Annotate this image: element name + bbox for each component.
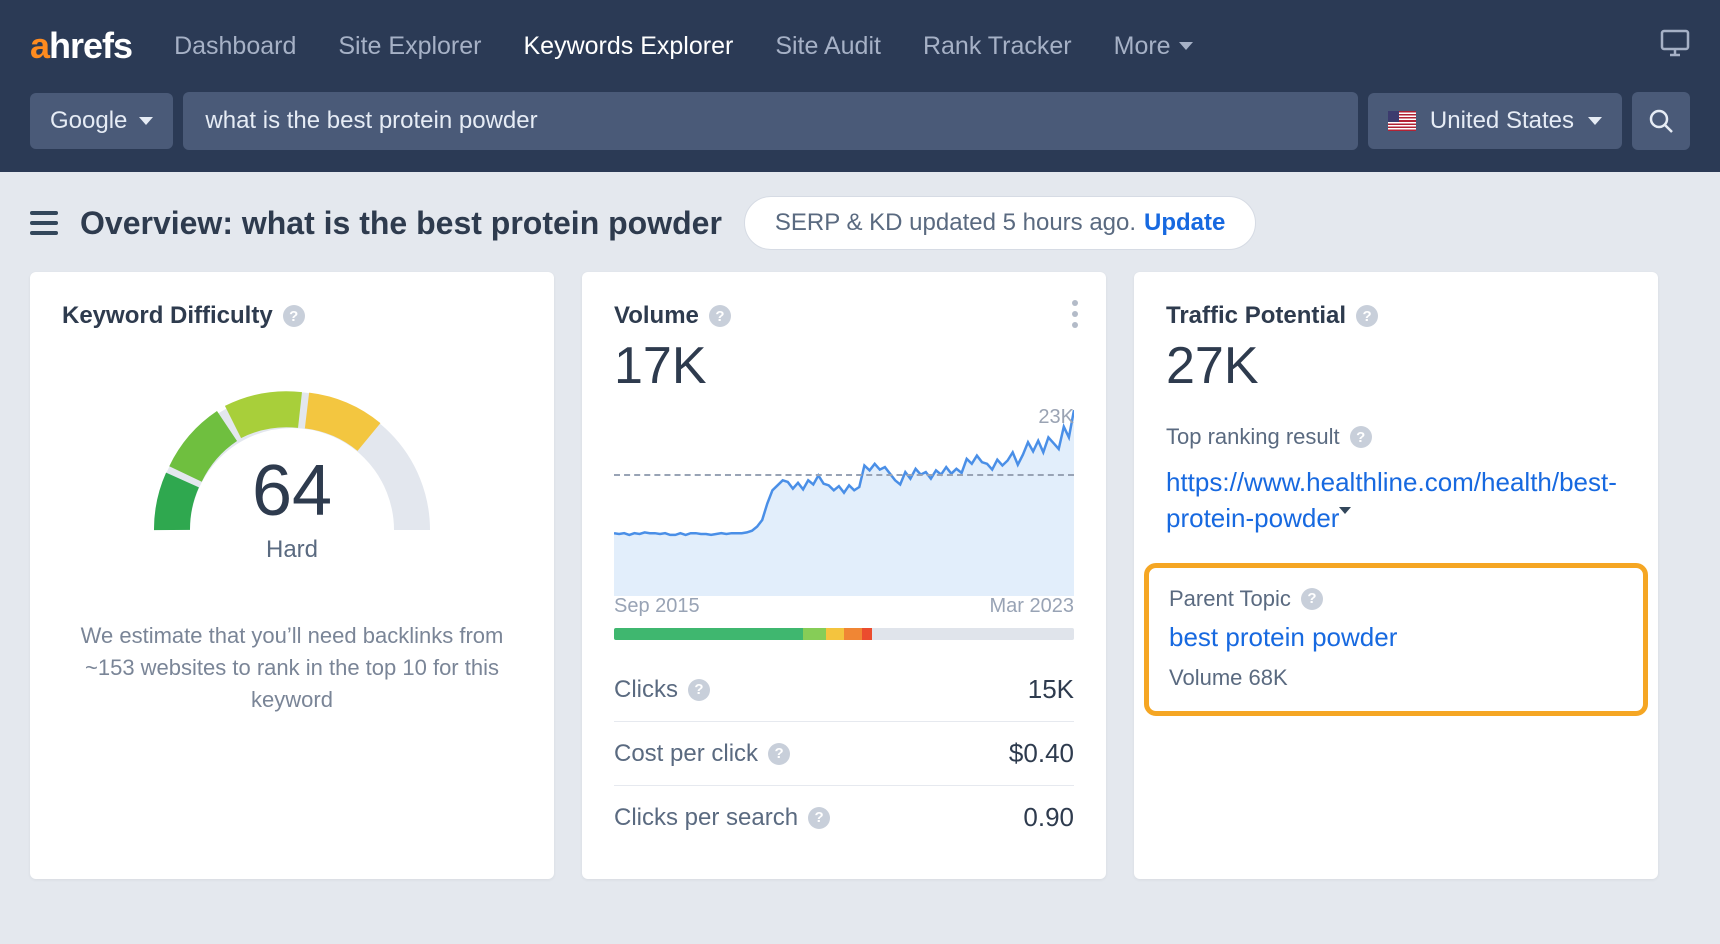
cpc-value: $0.40 <box>1009 738 1074 769</box>
help-icon[interactable]: ? <box>808 807 830 829</box>
search-button[interactable] <box>1632 92 1690 150</box>
clicks-label: Clicks <box>614 676 678 704</box>
parent-topic-link[interactable]: best protein powder <box>1169 622 1623 653</box>
help-icon[interactable]: ? <box>768 743 790 765</box>
tp-value: 27K <box>1166 336 1626 396</box>
keyword-input[interactable] <box>183 92 1358 150</box>
logo-letter-a: a <box>30 25 49 66</box>
nav-site-audit[interactable]: Site Audit <box>775 32 881 61</box>
nav-rank-tracker[interactable]: Rank Tracker <box>923 32 1072 61</box>
volume-card: Volume ? 17K 23K Sep 2015 Mar 2023 Click… <box>582 272 1106 879</box>
primary-nav: Dashboard Site Explorer Keywords Explore… <box>174 32 1193 61</box>
help-icon[interactable]: ? <box>709 305 731 327</box>
search-icon <box>1648 108 1674 134</box>
chevron-down-icon <box>1179 42 1193 50</box>
top-result-url: https://www.healthline.com/health/best-p… <box>1166 467 1617 533</box>
metric-clicks: Clicks? 15K <box>614 658 1074 721</box>
kd-score: 64 <box>62 450 522 532</box>
parent-topic-box: Parent Topic ? best protein powder Volum… <box>1144 563 1648 716</box>
top-navbar: ahrefs Dashboard Site Explorer Keywords … <box>0 0 1720 92</box>
distribution-bar <box>614 628 1074 640</box>
volume-title: Volume ? <box>614 302 731 330</box>
volume-sparkline <box>614 406 1074 596</box>
nav-more-label: More <box>1114 32 1171 61</box>
display-icon[interactable] <box>1660 29 1690 64</box>
cards-row: Keyword Difficulty ? 64 Hard We estimate… <box>0 268 1720 909</box>
help-icon[interactable]: ? <box>1350 426 1372 448</box>
page-title: Overview: what is the best protein powde… <box>80 205 722 242</box>
country-select[interactable]: United States <box>1368 93 1622 149</box>
top-result-link[interactable]: https://www.healthline.com/health/best-p… <box>1166 464 1626 537</box>
chart-start-date: Sep 2015 <box>614 595 700 618</box>
metric-cpc: Cost per click? $0.40 <box>614 721 1074 785</box>
card-menu-button[interactable] <box>1072 300 1078 328</box>
nav-keywords-explorer[interactable]: Keywords Explorer <box>524 32 734 61</box>
nav-more[interactable]: More <box>1114 32 1193 61</box>
help-icon[interactable]: ? <box>1356 305 1378 327</box>
volume-metrics: Clicks? 15K Cost per click? $0.40 Clicks… <box>614 658 1074 849</box>
volume-value: 17K <box>614 336 1074 396</box>
cps-label: Clicks per search <box>614 804 798 832</box>
volume-title-text: Volume <box>614 302 699 330</box>
kd-label: Hard <box>62 536 522 564</box>
parent-topic-label-text: Parent Topic <box>1169 586 1291 612</box>
kd-title-text: Keyword Difficulty <box>62 302 273 330</box>
update-link[interactable]: Update <box>1144 209 1225 237</box>
cps-value: 0.90 <box>1023 802 1074 833</box>
nav-site-explorer[interactable]: Site Explorer <box>338 32 481 61</box>
clicks-value: 15K <box>1028 674 1074 705</box>
logo-rest: hrefs <box>49 25 132 66</box>
chevron-down-icon <box>1339 507 1351 531</box>
country-select-label: United States <box>1430 107 1574 135</box>
chart-reference-line <box>614 474 1074 476</box>
tp-title: Traffic Potential ? <box>1166 302 1378 330</box>
chevron-down-icon <box>1588 117 1602 125</box>
top-result-label: Top ranking result ? <box>1166 424 1626 450</box>
keyword-difficulty-card: Keyword Difficulty ? 64 Hard We estimate… <box>30 272 554 879</box>
volume-chart: 23K Sep 2015 Mar 2023 <box>614 406 1074 640</box>
update-status-text: SERP & KD updated 5 hours ago. <box>775 209 1136 237</box>
chart-end-date: Mar 2023 <box>990 595 1075 618</box>
parent-topic-label: Parent Topic ? <box>1169 586 1623 612</box>
us-flag-icon <box>1388 111 1416 131</box>
nav-dashboard[interactable]: Dashboard <box>174 32 296 61</box>
engine-select-label: Google <box>50 107 127 135</box>
tp-title-text: Traffic Potential <box>1166 302 1346 330</box>
kd-note: We estimate that you’ll need backlinks f… <box>62 620 522 716</box>
kd-title: Keyword Difficulty ? <box>62 302 305 330</box>
update-status-pill: SERP & KD updated 5 hours ago. Update <box>744 196 1256 250</box>
help-icon[interactable]: ? <box>688 679 710 701</box>
help-icon[interactable]: ? <box>283 305 305 327</box>
engine-select[interactable]: Google <box>30 93 173 149</box>
help-icon[interactable]: ? <box>1301 588 1323 610</box>
overview-header: Overview: what is the best protein powde… <box>0 172 1720 268</box>
top-result-label-text: Top ranking result <box>1166 424 1340 450</box>
chevron-down-icon <box>139 117 153 125</box>
menu-icon[interactable] <box>30 211 58 235</box>
traffic-potential-card: Traffic Potential ? 27K Top ranking resu… <box>1134 272 1658 879</box>
chart-max-label: 23K <box>1038 406 1074 429</box>
brand-logo[interactable]: ahrefs <box>30 25 132 67</box>
search-bar: Google United States <box>0 92 1720 172</box>
cpc-label: Cost per click <box>614 740 758 768</box>
parent-topic-volume: Volume 68K <box>1169 665 1623 691</box>
metric-cps: Clicks per search? 0.90 <box>614 785 1074 849</box>
